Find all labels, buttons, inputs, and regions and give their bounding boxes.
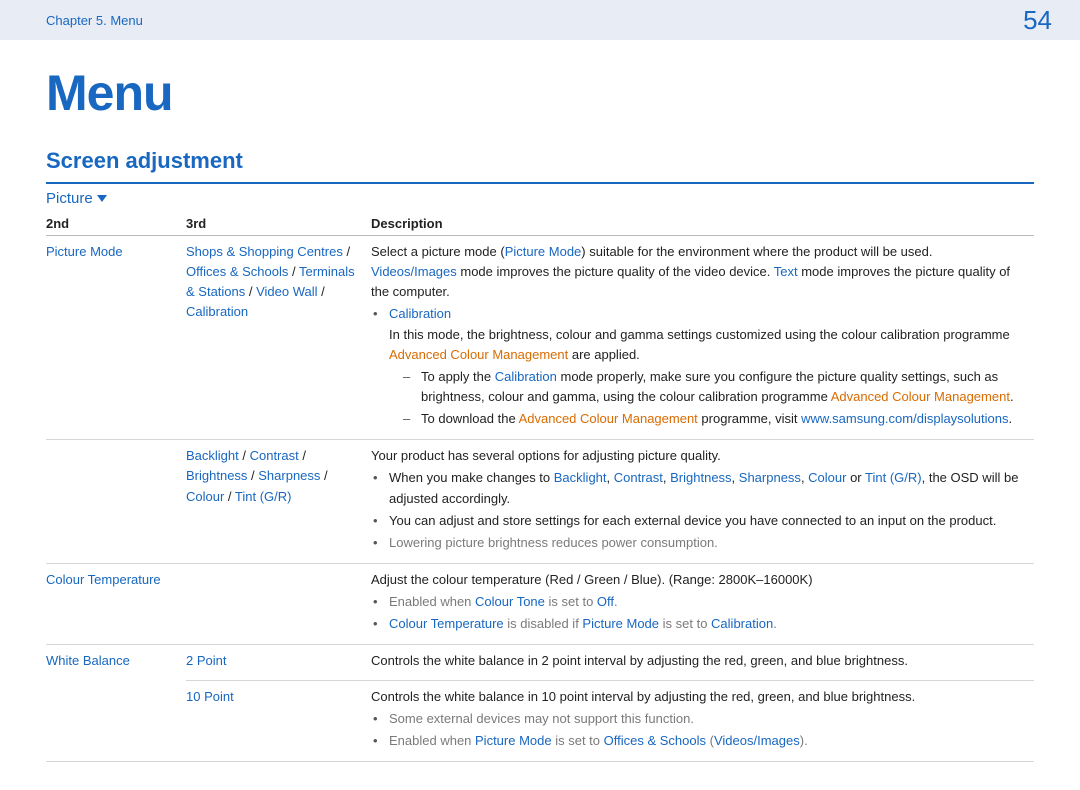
row-white-balance-2pt: White Balance 2 Point Controls the white…	[46, 645, 1034, 680]
chevron-down-icon	[97, 195, 107, 202]
tab-picture-label: Picture	[46, 190, 93, 207]
tab-picture[interactable]: Picture	[46, 190, 107, 207]
cell-white-balance: White Balance	[46, 653, 130, 668]
opt-contrast: Contrast	[250, 448, 299, 463]
chapter-label: Chapter 5. Menu	[46, 13, 143, 28]
col-description: Description	[371, 212, 1034, 236]
r5-bullet-2: Enabled when Picture Mode is set to Offi…	[385, 731, 1024, 751]
desc-p1: Select a picture mode (Picture Mode) sui…	[371, 242, 1024, 262]
r2-bullet-3: Lowering picture brightness reduces powe…	[385, 533, 1024, 553]
desc-r2-p1: Your product has several options for adj…	[371, 446, 1024, 466]
header-bar: Chapter 5. Menu 54	[0, 0, 1080, 40]
r2-bullet-2: You can adjust and store settings for ea…	[385, 511, 1024, 531]
calibration-item: Calibration In this mode, the brightness…	[385, 304, 1024, 429]
opt-10-point: 10 Point	[186, 689, 234, 704]
opt-colour: Colour	[186, 489, 224, 504]
cell-colour-temperature: Colour Temperature	[46, 572, 161, 587]
opt-tint: Tint (G/R)	[235, 489, 292, 504]
section-rule	[46, 182, 1034, 184]
row-colour-temperature: Colour Temperature Adjust the colour tem…	[46, 563, 1034, 644]
page-number: 54	[1023, 5, 1052, 36]
row-picture-mode: Picture Mode Shops & Shopping Centres / …	[46, 236, 1034, 440]
r5-bullet-1: Some external devices may not support th…	[385, 709, 1024, 729]
tab-row: Picture	[46, 190, 1034, 208]
page-content: Menu Screen adjustment Picture 2nd 3rd D…	[0, 40, 1080, 790]
r3-bullet-2: Colour Temperature is disabled if Pictur…	[385, 614, 1024, 634]
desc-p2: Videos/Images mode improves the picture …	[371, 262, 1024, 302]
section-heading: Screen adjustment	[46, 148, 1034, 174]
calibration-body: In this mode, the brightness, colour and…	[389, 325, 1024, 365]
calibration-note-1: To apply the Calibration mode properly, …	[417, 367, 1024, 407]
col-2nd: 2nd	[46, 212, 186, 236]
r3-bullet-1: Enabled when Colour Tone is set to Off.	[385, 592, 1024, 612]
opt-backlight: Backlight	[186, 448, 239, 463]
settings-table: 2nd 3rd Description Picture Mode Shops &…	[46, 212, 1034, 762]
desc-r4: Controls the white balance in 2 point in…	[371, 645, 1034, 680]
row-white-balance-10pt: 10 Point Controls the white balance in 1…	[46, 680, 1034, 761]
page-title: Menu	[46, 64, 1034, 122]
opt-sharpness: Sharpness	[258, 468, 320, 483]
row-backlight-group: Backlight / Contrast / Brightness / Shar…	[46, 440, 1034, 564]
opt-calibration: Calibration	[186, 304, 248, 319]
opt-offices: Offices & Schools	[186, 264, 288, 279]
desc-r3-p1: Adjust the colour temperature (Red / Gre…	[371, 570, 1024, 590]
opt-2-point: 2 Point	[186, 653, 226, 668]
opt-shops: Shops & Shopping Centres	[186, 244, 343, 259]
calibration-heading: Calibration	[389, 306, 451, 321]
calibration-note-2: To download the Advanced Colour Manageme…	[417, 409, 1024, 429]
r2-bullet-1: When you make changes to Backlight, Cont…	[385, 468, 1024, 508]
desc-r5-p1: Controls the white balance in 10 point i…	[371, 687, 1024, 707]
download-link[interactable]: www.samsung.com/displaysolutions	[801, 411, 1008, 426]
col-3rd: 3rd	[186, 212, 371, 236]
opt-video-wall: Video Wall	[256, 284, 317, 299]
cell-picture-mode: Picture Mode	[46, 244, 123, 259]
opt-brightness: Brightness	[186, 468, 247, 483]
